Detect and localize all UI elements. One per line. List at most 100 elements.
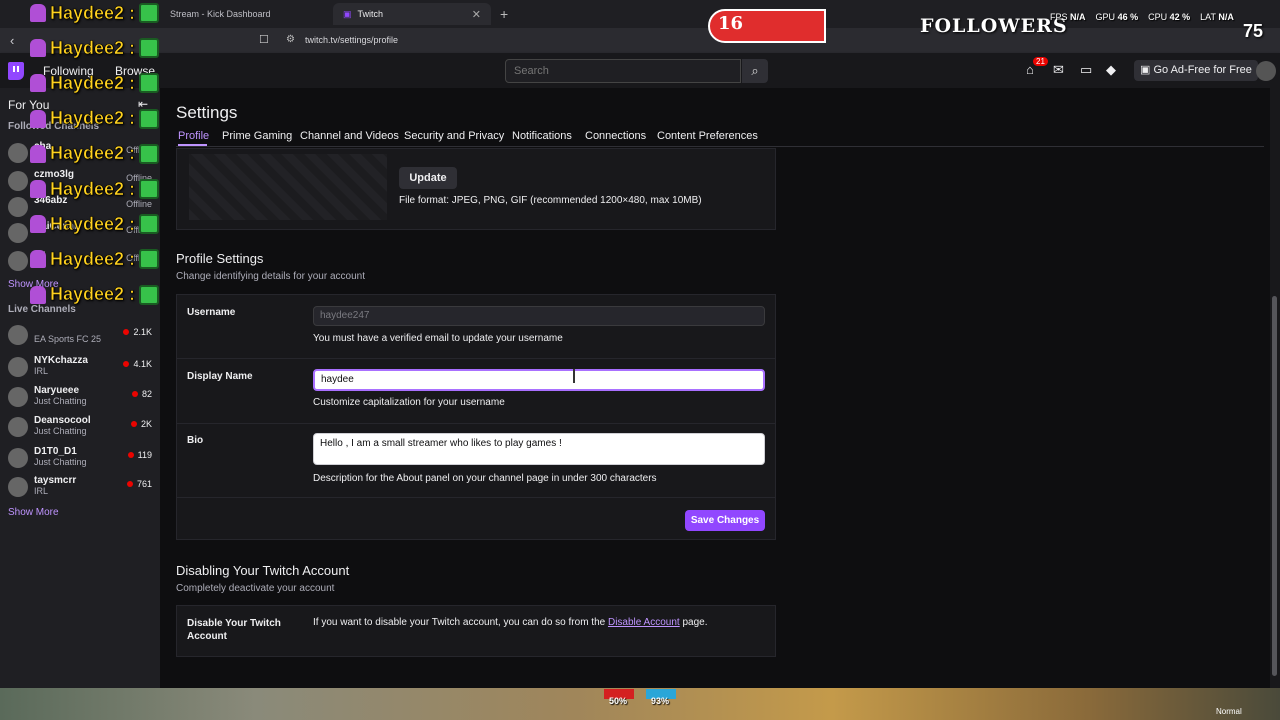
chat-alert-line: Haydee2 : (30, 35, 160, 61)
tab-content-preferences[interactable]: Content Preferences (657, 130, 758, 142)
health-value: 50% (609, 696, 628, 706)
sidebar-live-channel[interactable]: NYKchazza IRL 4.1K (8, 354, 156, 382)
disable-account-title: Disabling Your Twitch Account (176, 563, 350, 578)
tab-profile[interactable]: Profile (178, 130, 209, 142)
sidebar-live-channel[interactable]: Naryueee Just Chatting 82 (8, 384, 156, 412)
new-tab-icon[interactable]: + (500, 6, 508, 22)
lat-value: N/A (1218, 12, 1234, 22)
whispers-icon[interactable]: ✉ (1053, 62, 1064, 78)
profile-settings-subtitle: Change identifying details for your acco… (176, 271, 366, 282)
text-cursor-icon (573, 369, 575, 383)
user-badge-icon (30, 39, 46, 58)
followers-count: 16 (718, 13, 744, 34)
fps-value: N/A (1070, 12, 1086, 22)
viewer-count: 82 (132, 389, 152, 399)
user-badge-icon (30, 4, 46, 22)
tab-label: Twitch (357, 9, 384, 19)
disable-account-subtitle: Completely deactivate your account (176, 583, 335, 594)
gpu-value: 46 % (1117, 12, 1139, 22)
followers-goal: 75 (1243, 21, 1264, 41)
avatar (8, 223, 28, 243)
gpu-readout: GPU 46 % (1096, 12, 1139, 22)
row-divider (177, 497, 775, 498)
search-icon[interactable]: ⌕ (742, 59, 768, 83)
banner-file-hint: File format: JPEG, PNG, GIF (recommended… (399, 195, 702, 206)
sidebar-live-channel[interactable]: EA Sports FC 25 2.1K (8, 322, 156, 350)
tab-notifications[interactable]: Notifications (512, 130, 572, 142)
bits-icon[interactable]: ◆ (1106, 62, 1116, 78)
twitch-logo-icon[interactable] (8, 62, 24, 80)
channel-name: D1T0_D1 (34, 446, 77, 457)
ad-free-button[interactable]: ▣ Go Ad-Free for Free (1134, 60, 1258, 81)
sidebar-live-channel[interactable]: Deansocool Just Chatting 2K (8, 414, 156, 442)
bio-label: Bio (187, 435, 204, 446)
scrollbar-thumb[interactable] (1272, 296, 1277, 676)
sidebar-live-channel[interactable]: D1T0_D1 Just Chatting 119 (8, 445, 156, 473)
twitch-favicon-icon: ▣ (343, 8, 352, 19)
username-label: Username (187, 307, 236, 318)
update-banner-button[interactable]: Update (399, 167, 457, 189)
bio-help: Description for the About panel on your … (313, 473, 657, 484)
armor-value: 93% (651, 696, 670, 706)
chat-alert-username: Haydee2 : (50, 2, 136, 23)
chat-alert-line: Haydee2 : (30, 176, 160, 202)
notification-count-badge: 21 (1033, 57, 1048, 66)
disable-account-text: If you want to disable your Twitch accou… (313, 617, 708, 628)
channel-game: IRL (34, 366, 49, 376)
chat-alert-line: Haydee2 : (30, 246, 160, 272)
bio-field[interactable]: Hello , I am a small streamer who likes … (313, 433, 765, 465)
show-more-live[interactable]: Show More (8, 507, 59, 518)
disable-text-pre: If you want to disable your Twitch accou… (313, 617, 608, 628)
chat-alert-username: Haydee2 : (50, 72, 136, 94)
tab-security-and-privacy[interactable]: Security and Privacy (404, 130, 504, 142)
tab-prime-gaming[interactable]: Prime Gaming (222, 130, 292, 142)
avatar (8, 387, 28, 407)
twitch-top-nav: Following Browse ⌕ ⌂ 21 ✉ ▭ ◆ ▣ Go Ad-Fr… (0, 53, 1280, 88)
site-info-icon[interactable]: ⚙ (286, 34, 295, 45)
close-tab-icon[interactable]: ✕ (472, 8, 481, 21)
username-help: You must have a verified email to update… (313, 333, 563, 344)
tab-channel-and-videos[interactable]: Channel and Videos (300, 130, 399, 142)
avatar (8, 197, 28, 217)
avatar (8, 171, 28, 191)
fps-label: FPS (1050, 12, 1068, 22)
row-divider (177, 358, 775, 359)
tab-twitch[interactable]: ▣ Twitch ✕ (333, 3, 491, 25)
channel-game: IRL (34, 486, 49, 496)
display-name-field[interactable]: haydee (313, 369, 765, 391)
url-field[interactable]: twitch.tv/settings/profile (305, 35, 398, 45)
emote-icon (139, 38, 160, 59)
profile-banner-image (189, 154, 387, 220)
emote-icon (139, 73, 160, 94)
search-input[interactable] (505, 59, 741, 83)
back-icon[interactable]: ‹ (10, 33, 14, 48)
save-changes-button[interactable]: Save Changes (685, 510, 765, 531)
chat-alert-username: Haydee2 : (50, 143, 136, 164)
followers-label: FOLLOWERS (920, 15, 1068, 37)
activity-icon[interactable]: ▭ (1080, 62, 1092, 78)
tab-label: Stream - Kick Dashboard (170, 9, 271, 19)
username-field: haydee247 (313, 306, 765, 326)
channel-game: Just Chatting (34, 457, 87, 467)
channel-name: NYKchazza (34, 355, 88, 366)
user-badge-icon (30, 144, 46, 163)
emote-icon (139, 249, 160, 270)
display-name-help: Customize capitalization for your userna… (313, 397, 505, 408)
avatar (8, 417, 28, 437)
user-badge-icon (30, 285, 46, 304)
avatar (8, 325, 28, 345)
tab-kick-dashboard[interactable]: Stream - Kick Dashboard (160, 3, 332, 25)
search-box: ⌕ (505, 59, 768, 83)
chat-alert-username: Haydee2 : (50, 108, 136, 129)
bookmark-icon[interactable]: ☐ (259, 33, 269, 46)
emote-icon (139, 284, 160, 305)
chat-alert-username: Haydee2 : (50, 248, 136, 270)
sidebar-live-channel[interactable]: taysmcrr IRL 761 (8, 474, 156, 502)
disable-account-link[interactable]: Disable Account (608, 617, 680, 628)
user-avatar[interactable] (1256, 61, 1276, 81)
chat-alert-line: Haydee2 : (30, 106, 160, 132)
tab-connections[interactable]: Connections (585, 130, 646, 142)
notifications-icon[interactable]: ⌂ (1026, 62, 1034, 77)
avatar (8, 143, 28, 163)
chat-alert-username: Haydee2 : (50, 284, 136, 305)
